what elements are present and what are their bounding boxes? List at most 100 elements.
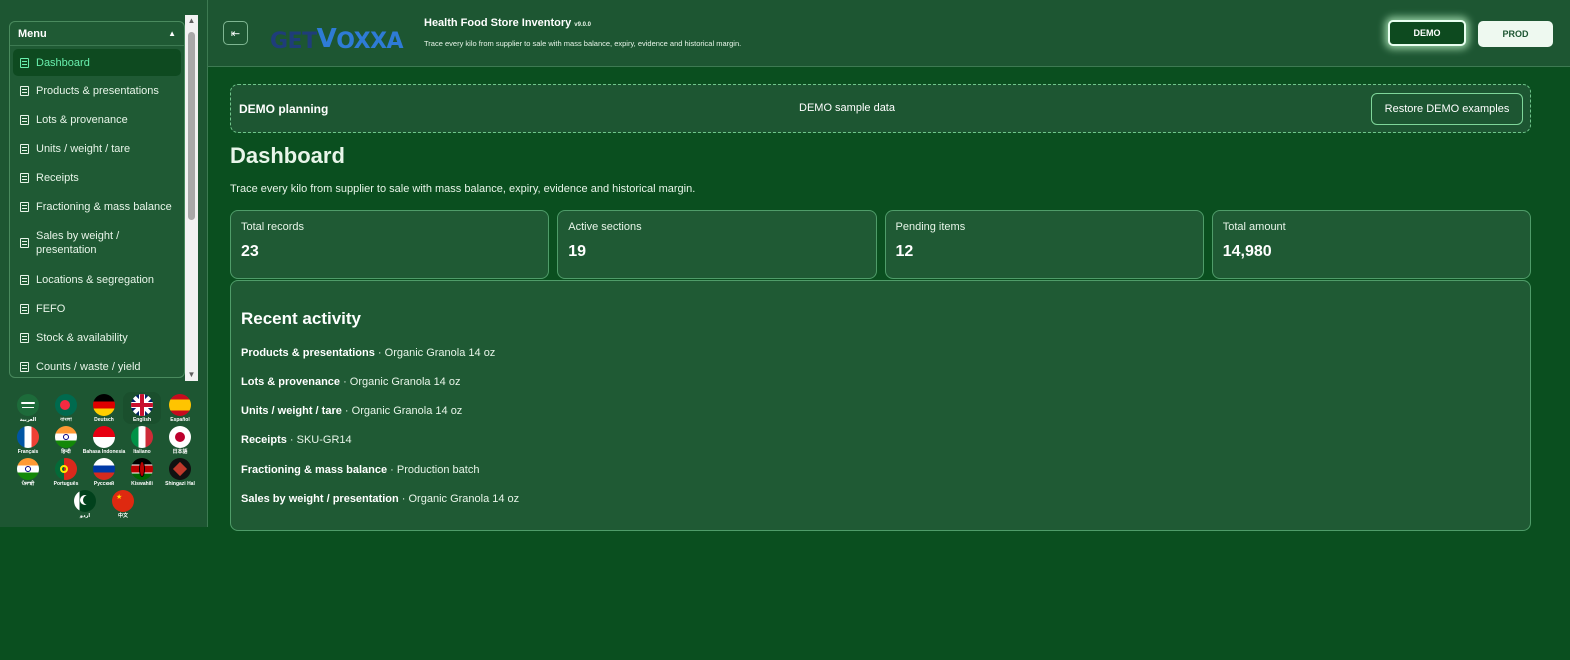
document-icon [20,85,29,96]
language-label: Kiswahili [131,481,153,487]
china-flag-icon: ★ [112,490,134,512]
activity-item[interactable]: Fractioning & mass balance · Production … [241,464,479,476]
menu-title: Menu [18,27,47,40]
sidebar-item-units[interactable]: Units / weight / tare [13,134,181,163]
language-french[interactable]: Français [9,424,47,456]
sidebar-item-dashboard[interactable]: Dashboard [13,49,181,76]
sidebar-item-fractioning[interactable]: Fractioning & mass balance [13,192,181,221]
language-label: English [132,417,152,423]
prod-env-button[interactable]: PROD [1478,21,1553,47]
caret-up-icon[interactable]: ▲ [168,29,176,38]
app-version: v9.0.0 [574,22,591,28]
sidebar-item-receipts[interactable]: Receipts [13,163,181,192]
language-picker: العربية বাংলা Deutsch English Español Fr… [6,392,202,520]
sidebar-item-stock[interactable]: Stock & availability [13,323,181,352]
activity-item[interactable]: Receipts · SKU-GR14 [241,434,352,446]
collapse-sidebar-button[interactable]: ⇤ [223,21,248,45]
sidebar-item-label: Locations & segregation [36,273,155,286]
language-label: 中文 [117,513,128,519]
document-icon [20,114,29,125]
portugal-flag-icon [55,458,77,480]
language-swahili[interactable]: Kiswahili [123,456,161,488]
app-title: Health Food Store Inventory v9.0.0 [424,17,591,29]
menu-panel: Menu ▲ Dashboard Products & presentation… [9,21,185,378]
menu-header[interactable]: Menu ▲ [10,22,184,46]
sidebar-item-label: Fractioning & mass balance [36,200,172,213]
scroll-down-icon[interactable]: ▼ [185,369,198,381]
restore-demo-button[interactable]: Restore DEMO examples [1371,93,1523,125]
sidebar: Menu ▲ Dashboard Products & presentation… [0,0,208,527]
document-icon [20,303,29,314]
language-label: اردو [79,513,91,519]
language-shingazi[interactable]: Shingazi Hal [161,456,199,488]
kenya-flag-icon [131,458,153,480]
language-german[interactable]: Deutsch [85,392,123,424]
sidebar-item-locations[interactable]: Locations & segregation [13,265,181,294]
language-portuguese[interactable]: Português [47,456,85,488]
sidebar-item-label: Products & presentations [36,84,159,97]
stat-label: Active sections [568,221,642,233]
italy-flag-icon [131,426,153,448]
sidebar-item-label: Counts / waste / yield [36,360,141,373]
app-subtitle: Trace every kilo from supplier to sale w… [424,39,742,48]
document-icon [20,274,29,285]
activity-item[interactable]: Lots & provenance · Organic Granola 14 o… [241,376,460,388]
page-title: Dashboard [230,143,345,168]
scroll-thumb[interactable] [188,32,195,220]
language-arabic[interactable]: العربية [9,392,47,424]
language-bengali[interactable]: বাংলা [47,392,85,424]
scroll-up-icon[interactable]: ▲ [185,15,198,27]
page-subtitle: Trace every kilo from supplier to sale w… [230,183,696,195]
sidebar-item-label: Receipts [36,171,79,184]
activity-item[interactable]: Units / weight / tare · Organic Granola … [241,405,462,417]
language-spanish[interactable]: Español [161,392,199,424]
indonesia-flag-icon [93,426,115,448]
language-label: Español [170,417,190,423]
stat-card-active-sections: Active sections 19 [557,210,877,279]
activity-item[interactable]: Products & presentations · Organic Grano… [241,347,495,359]
sidebar-item-sales[interactable]: Sales by weight / presentation [13,221,181,265]
language-urdu[interactable]: اردو [66,488,104,520]
language-punjabi[interactable]: ਪੰਜਾਬੀ [9,456,47,488]
activity-item[interactable]: Sales by weight / presentation · Organic… [241,493,519,505]
stat-value: 19 [568,243,587,260]
bangladesh-flag-icon [55,394,77,416]
stat-card-total-amount: Total amount 14,980 [1211,210,1531,279]
sidebar-item-fefo[interactable]: FEFO [13,294,181,323]
india-flag-icon [55,426,77,448]
document-icon [20,361,29,372]
india-flag-icon [17,458,39,480]
sidebar-item-label: Dashboard [36,56,90,69]
language-label: Deutsch [94,417,114,423]
sidebar-item-label: Units / weight / tare [36,142,131,155]
collapse-sidebar-icon: ⇤ [230,27,241,40]
stat-value: 14,980 [1222,243,1272,260]
stat-card-pending-items: Pending items 12 [884,210,1204,279]
sidebar-item-lots[interactable]: Lots & provenance [13,105,181,134]
sidebar-item-counts[interactable]: Counts / waste / yield [13,352,181,377]
language-russian[interactable]: Русский [85,456,123,488]
demo-env-button[interactable]: DEMO [1388,20,1466,46]
japan-flag-icon [169,426,191,448]
france-flag-icon [17,426,39,448]
menu-scrollbar[interactable]: ▲ ▼ [185,15,198,381]
language-japanese[interactable]: 日本語 [161,424,199,456]
language-label: Português [53,481,79,487]
language-label: বাংলা [60,417,72,423]
sidebar-item-products[interactable]: Products & presentations [13,76,181,105]
top-bar: ⇤ GET V OXXA Health Food Store Inventory v9… [208,0,1570,67]
dark-emblem-flag-icon [169,458,191,480]
pakistan-flag-icon [74,490,96,512]
language-hindi[interactable]: हिन्दी [47,424,85,456]
saudi-flag-icon [17,394,39,416]
document-icon [20,238,29,248]
language-italian[interactable]: Italiano [123,424,161,456]
language-english[interactable]: English [123,392,161,424]
demo-banner-note: DEMO sample data [799,102,895,114]
stats-row: Total records 23 Active sections 19 Pend… [230,210,1531,279]
language-chinese[interactable]: ★ 中文 [104,488,142,520]
language-label: Italiano [133,449,151,455]
recent-activity-title: Recent activity [241,309,361,328]
language-label: Русский [93,481,115,487]
language-indonesian[interactable]: Bahasa Indonesia [83,424,125,456]
